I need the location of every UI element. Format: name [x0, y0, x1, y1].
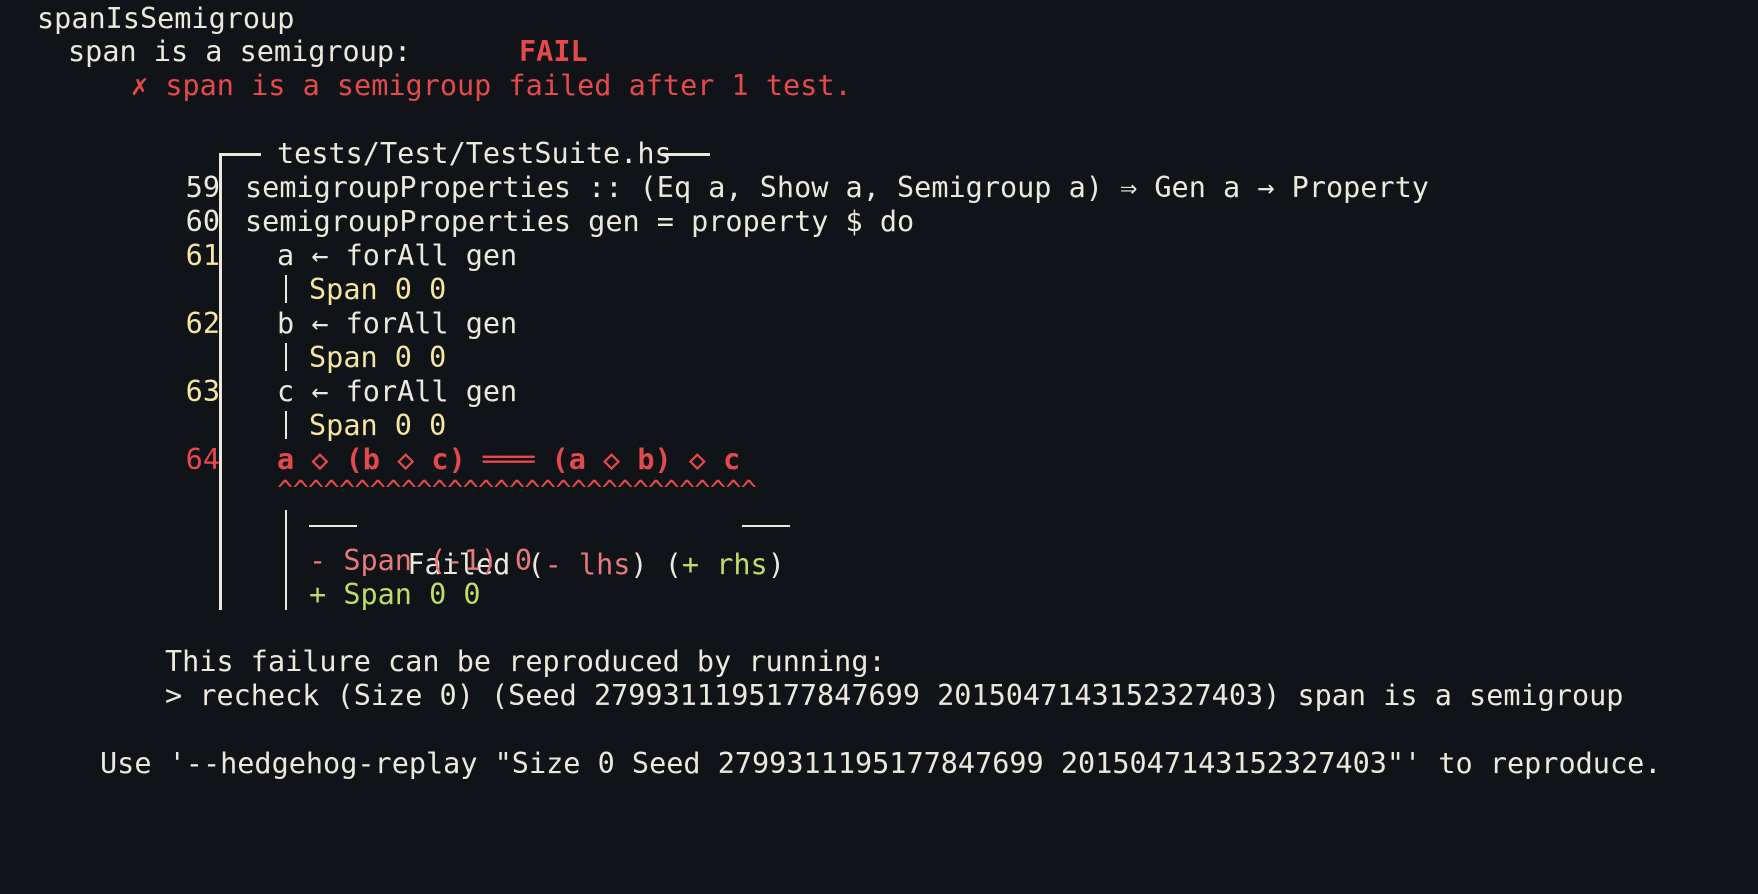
diff-lhs-label: - lhs	[544, 548, 631, 581]
source-header-rule-left	[219, 153, 261, 156]
recheck-command[interactable]: > recheck (Size 0) (Seed 279931119517784…	[165, 677, 1623, 715]
caret-underline: ^^^^^^^^^^^^^^^^^^^^^^^^^^^^^^^	[277, 475, 757, 506]
diff-bar	[285, 510, 287, 610]
forall-value: Span 0 0	[309, 341, 447, 374]
diff-plus-line: + Span 0 0	[309, 578, 481, 611]
property-name: span is a semigroup:	[68, 35, 412, 68]
annotation-bar	[285, 275, 287, 303]
replay-hint[interactable]: Use '--hedgehog-replay "Size 0 Seed 2799…	[100, 745, 1661, 783]
annotation-bar	[285, 411, 287, 439]
failure-message: ✗ span is a semigroup failed after 1 tes…	[131, 69, 852, 102]
forall-value: Span 0 0	[309, 273, 447, 306]
diff-title-mid: ) (	[630, 548, 682, 581]
reproduce-intro: This failure can be reproduced by runnin…	[165, 645, 886, 678]
status-badge: FAIL	[519, 35, 588, 68]
source-line: b ← forAll gen	[277, 307, 518, 340]
forall-value: Span 0 0	[309, 409, 447, 442]
source-line: semigroupProperties :: (Eq a, Show a, Se…	[245, 171, 1429, 204]
diff-rhs-label: + rhs	[681, 548, 768, 581]
annotation-bar	[285, 343, 287, 371]
diff-minus-line: - Span (-1) 0	[309, 544, 533, 577]
diff-header-rule-right	[742, 525, 790, 527]
source-header-rule-right	[662, 153, 710, 156]
source-line: c ← forAll gen	[277, 375, 518, 408]
source-file-header: tests/Test/TestSuite.hs	[277, 137, 672, 170]
source-line: a ← forAll gen	[277, 239, 518, 272]
diff-header-rule-left	[309, 525, 357, 527]
line-number: 63	[185, 375, 220, 408]
line-number: 62	[185, 307, 220, 340]
diff-header: Failed (- lhs) (+ rhs)	[373, 508, 785, 581]
line-number: 61	[185, 239, 220, 272]
line-number: 64	[185, 443, 220, 476]
line-number: 60	[185, 205, 220, 238]
source-line: semigroupProperties gen = property $ do	[245, 205, 915, 238]
line-number: 59	[185, 171, 220, 204]
diff-title-suffix: )	[767, 548, 785, 581]
